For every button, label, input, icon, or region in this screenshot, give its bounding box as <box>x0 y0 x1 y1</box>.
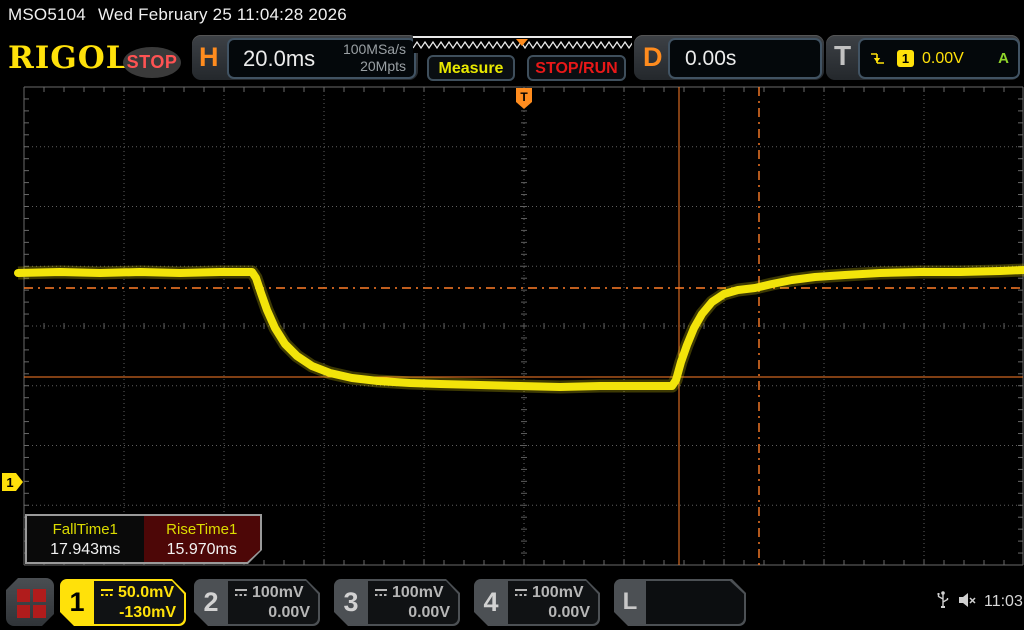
logic-analyzer-button[interactable]: L 0 1 2 3 4 5 6 7 8 9 1011 12131415 <box>614 579 746 626</box>
channel-marker-number: 1 <box>6 475 13 490</box>
measurement-name: RiseTime1 <box>144 521 261 538</box>
measurement-value: 17.943ms <box>27 541 144 559</box>
dc-coupling-icon <box>234 588 249 597</box>
dc-coupling-icon <box>374 588 389 597</box>
trigger-marker-letter: T <box>520 90 528 104</box>
channel-3-offset: 0.00V <box>374 603 450 623</box>
dc-coupling-icon <box>100 588 115 597</box>
channel-4-button[interactable]: 4 100mV 0.00V <box>474 579 600 626</box>
measurement-results-box[interactable]: FallTime1 17.943ms RiseTime1 15.970ms <box>25 514 262 564</box>
channel-2-offset: 0.00V <box>234 603 310 623</box>
channel-1-button[interactable]: 1 50.0mV -130mV <box>60 579 186 626</box>
digital-channel-list: 0 1 2 3 4 5 6 7 8 9 1011 12131415 <box>646 581 744 624</box>
channel-2-button[interactable]: 2 100mV 0.00V <box>194 579 320 626</box>
measurement-item[interactable]: FallTime1 17.943ms <box>27 516 144 562</box>
channel-3-scale: 100mV <box>374 583 450 603</box>
measurement-value: 15.970ms <box>144 541 261 559</box>
channel-4-offset: 0.00V <box>514 603 590 623</box>
dc-coupling-icon <box>514 588 529 597</box>
menu-grid-icon <box>17 589 30 602</box>
channel-3-button[interactable]: 3 100mV 0.00V <box>334 579 460 626</box>
channel-1-offset: -130mV <box>100 603 176 623</box>
channel-4-scale: 100mV <box>514 583 590 603</box>
status-clock: 11:03 <box>984 593 1023 611</box>
speaker-muted-icon <box>958 592 978 608</box>
oscilloscope-screen: MSO5104Wed February 25 11:04:28 2026 RIG… <box>0 0 1024 630</box>
function-menu-button[interactable] <box>6 578 54 626</box>
measurement-item[interactable]: RiseTime1 15.970ms <box>144 516 261 562</box>
channel-2-scale: 100mV <box>234 583 310 603</box>
usb-icon <box>936 590 950 610</box>
measurement-name: FallTime1 <box>27 521 144 538</box>
channel-1-scale: 50.0mV <box>100 583 176 603</box>
